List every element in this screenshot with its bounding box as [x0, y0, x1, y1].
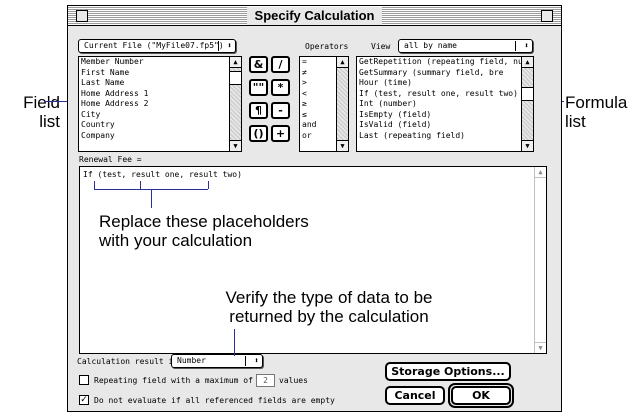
checkmark-icon: ✓ [80, 395, 88, 405]
scroll-up-arrow-icon[interactable]: ▲ [535, 167, 546, 178]
operator-divide-button[interactable]: / [271, 56, 290, 73]
formula-list-item[interactable]: IsValid (field) [359, 120, 523, 131]
field-list-item[interactable]: Company [81, 131, 148, 142]
placeholder-bracket-mid [140, 181, 141, 189]
placeholder-bracket-left [94, 181, 95, 189]
scroll-thumb[interactable] [230, 71, 241, 85]
operator-list-item[interactable]: or [302, 131, 316, 142]
formula-text-scrollbar[interactable]: ▲ ▼ [534, 167, 546, 353]
formula-list-item[interactable]: If (test, result one, result two) [359, 89, 523, 100]
close-box[interactable] [76, 10, 88, 22]
operator-list-item[interactable]: < [302, 89, 316, 100]
file-popup[interactable]: Current File ("MyFile07.fp5") ⬍ [78, 39, 236, 53]
field-list-item[interactable]: Last Name [81, 78, 148, 89]
formula-list-item[interactable]: GetRepetition (repeating field, nu [359, 57, 523, 68]
popup-separator [218, 41, 219, 51]
view-popup[interactable]: all by name ⬍ [398, 39, 533, 53]
operator-list-item[interactable]: = [302, 57, 316, 68]
scroll-up-arrow-icon[interactable]: ▲ [230, 57, 241, 68]
cancel-button[interactable]: Cancel [385, 386, 445, 405]
formula-list-item[interactable]: GetSummary (summary field, bre [359, 68, 523, 79]
updown-arrow-icon: ⬍ [227, 41, 232, 50]
title-bar[interactable]: Specify Calculation [68, 6, 561, 26]
formula-list-item[interactable]: Hour (time) [359, 78, 523, 89]
formula-list-scrollbar[interactable]: ▲ ▼ [521, 57, 533, 151]
scroll-down-arrow-icon[interactable]: ▼ [535, 342, 546, 353]
formula-list-callout-text: Formula list [565, 93, 628, 131]
operator-parens-button[interactable]: () [249, 125, 268, 142]
operator-multiply-button[interactable]: * [271, 79, 290, 96]
field-list-item[interactable]: Home Address 1 [81, 89, 148, 100]
field-list[interactable]: Member Number First Name Last Name Home … [78, 56, 242, 152]
formula-list-item[interactable]: IsEmpty (field) [359, 110, 523, 121]
result-type-popup[interactable]: Number ⬍ [171, 354, 263, 368]
popup-separator [515, 41, 516, 51]
updown-arrow-icon: ⬍ [254, 356, 259, 365]
operators-list[interactable]: = ≠ > < ≥ ≤ and or ▲ ▼ [299, 56, 349, 152]
formula-list-item[interactable]: Int (number) [359, 99, 523, 110]
field-list-scrollbar[interactable]: ▲ ▼ [229, 57, 241, 151]
field-list-item[interactable]: Country [81, 120, 148, 131]
operators-list-scrollbar[interactable]: ▲ ▼ [336, 57, 348, 151]
do-not-evaluate-checkbox[interactable]: ✓ [79, 395, 89, 405]
scroll-up-arrow-icon[interactable]: ▲ [522, 57, 533, 68]
ok-button[interactable]: OK [451, 386, 511, 405]
formula-list-item[interactable]: Last (repeating field) [359, 131, 523, 142]
operator-plus-button[interactable]: + [271, 125, 290, 142]
formula-text[interactable]: If (test, result one, result two) [83, 170, 242, 180]
scroll-down-arrow-icon[interactable]: ▼ [522, 140, 533, 151]
operator-list-item[interactable]: ≥ [302, 99, 316, 110]
scroll-thumb[interactable] [522, 87, 533, 101]
storage-options-button[interactable]: Storage Options... [385, 362, 511, 381]
field-list-item[interactable]: Member Number [81, 57, 148, 68]
operator-quotes-button[interactable]: "" [249, 79, 268, 96]
field-list-item[interactable]: First Name [81, 68, 148, 79]
zoom-box[interactable] [541, 10, 553, 22]
placeholder-bracket-stem [151, 189, 152, 208]
operator-list-item[interactable]: and [302, 120, 316, 131]
operator-pilcrow-button[interactable]: ¶ [249, 102, 268, 119]
operator-list-item[interactable]: > [302, 78, 316, 89]
popup-separator [245, 356, 246, 366]
file-popup-label: Current File ("MyFile07.fp5") [84, 41, 224, 50]
calculation-result-label: Calculation result is [77, 357, 179, 366]
placeholder-bracket-right [208, 181, 209, 189]
formula-list-callout: Formula list [565, 93, 629, 131]
scroll-down-arrow-icon[interactable]: ▼ [337, 140, 348, 151]
result-type-popup-label: Number [177, 356, 206, 365]
operator-minus-button[interactable]: - [271, 102, 290, 119]
updown-arrow-icon: ⬍ [524, 41, 529, 50]
repeating-field-checkbox[interactable] [79, 375, 89, 385]
field-list-items: Member Number First Name Last Name Home … [79, 57, 148, 141]
repeating-field-label: Repeating field with a maximum of [94, 376, 253, 385]
view-label: View [371, 42, 391, 51]
operators-list-items: = ≠ > < ≥ ≤ and or [300, 57, 316, 141]
operator-concat-button[interactable]: & [249, 56, 268, 73]
result-type-callout-text: Verify the type of data to be returned b… [225, 288, 433, 326]
view-popup-label: all by name [404, 41, 457, 50]
values-label: values [279, 376, 308, 385]
do-not-evaluate-label: Do not evaluate if all referenced fields… [94, 396, 335, 405]
repeating-max-field[interactable]: 2 [256, 374, 275, 387]
placeholder-callout-text: Replace these placeholders with your cal… [99, 212, 309, 250]
field-list-callout: Field list [8, 93, 60, 131]
result-type-callout-line [234, 329, 235, 356]
field-list-item[interactable]: Home Address 2 [81, 99, 148, 110]
scroll-down-arrow-icon[interactable]: ▼ [230, 140, 241, 151]
dialog-title: Specify Calculation [246, 7, 383, 25]
formula-list[interactable]: GetRepetition (repeating field, nu GetSu… [356, 56, 534, 152]
operator-list-item[interactable]: ≠ [302, 68, 316, 79]
operator-list-item[interactable]: ≤ [302, 110, 316, 121]
calculation-field-name-label: Renewal Fee = [79, 155, 142, 164]
result-type-callout: Verify the type of data to be returned b… [204, 288, 454, 326]
operators-label: Operators [305, 42, 349, 51]
placeholder-callout: Replace these placeholders with your cal… [99, 212, 327, 250]
field-list-callout-text: Field list [23, 93, 60, 131]
field-list-item[interactable]: City [81, 110, 148, 121]
formula-list-items: GetRepetition (repeating field, nu GetSu… [357, 57, 523, 141]
specify-calculation-dialog: Specify Calculation Current File ("MyFil… [67, 5, 562, 412]
scroll-up-arrow-icon[interactable]: ▲ [337, 57, 348, 68]
